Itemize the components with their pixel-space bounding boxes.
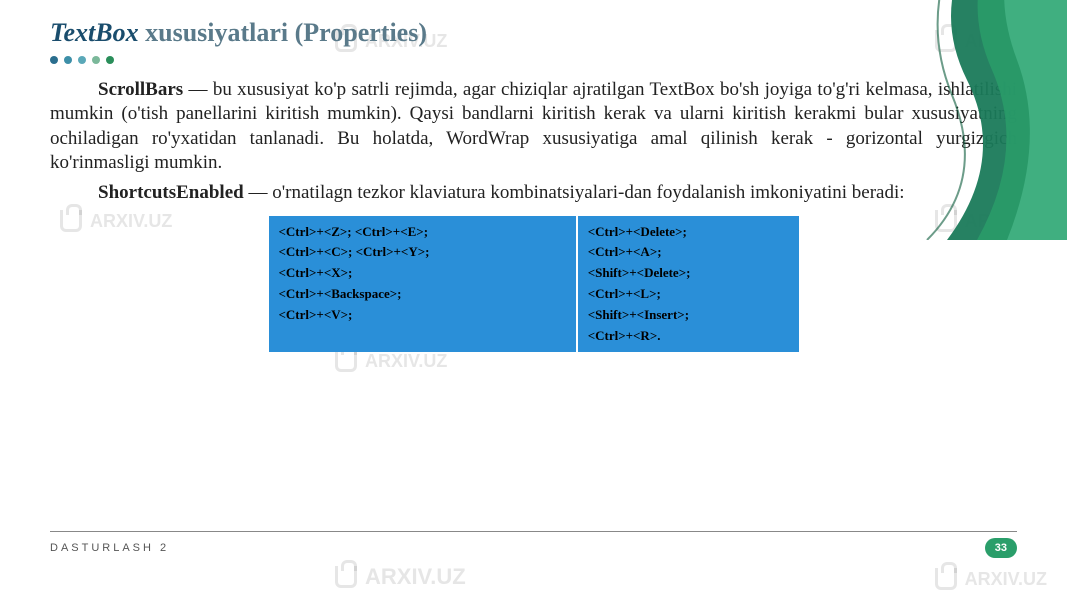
dot-icon — [50, 56, 58, 64]
lock-icon — [335, 350, 357, 372]
dot-icon — [106, 56, 114, 64]
paragraph1-text: — bu xususiyat ko'p satrli rejimda, agar… — [50, 79, 1017, 173]
watermark: ARXIV.UZ — [335, 350, 447, 372]
table-row: <Ctrl>+<Z>; <Ctrl>+<E>; <Ctrl>+<C>; <Ctr… — [269, 216, 799, 353]
dot-icon — [92, 56, 100, 64]
shortcuts-col1: <Ctrl>+<Z>; <Ctrl>+<E>; <Ctrl>+<C>; <Ctr… — [269, 216, 577, 353]
paragraph-shortcuts: ShortcutsEnabled — o'rnatilagn tezkor kl… — [50, 181, 1017, 205]
watermark: ARXIV.UZ — [935, 568, 1047, 590]
lock-icon — [935, 568, 957, 590]
footer-label: DASTURLASH 2 — [50, 542, 169, 554]
page-title: TextBox xususiyatlari (Properties) — [50, 18, 1017, 48]
dot-icon — [78, 56, 86, 64]
shortcuts-col2: <Ctrl>+<Delete>; <Ctrl>+<A>; <Shift>+<De… — [577, 216, 799, 353]
lock-icon — [335, 566, 357, 588]
title-italic-part: TextBox — [50, 18, 139, 47]
accent-dots — [50, 56, 1017, 64]
title-rest-part: xususiyatlari (Properties) — [139, 18, 427, 47]
slide-content: TextBox xususiyatlari (Properties) Scrol… — [0, 0, 1067, 352]
page-number-badge: 33 — [985, 538, 1017, 558]
paragraph2-text: — o'rnatilagn tezkor klaviatura kombinat… — [244, 182, 905, 203]
dot-icon — [64, 56, 72, 64]
term-shortcutsenabled: ShortcutsEnabled — [98, 182, 244, 203]
watermark: ARXIV.UZ — [335, 564, 466, 590]
paragraph-scrollbars: ScrollBars — bu xususiyat ko'p satrli re… — [50, 78, 1017, 175]
footer-divider — [50, 531, 1017, 532]
slide-footer: DASTURLASH 2 33 — [50, 531, 1017, 558]
shortcuts-table: <Ctrl>+<Z>; <Ctrl>+<E>; <Ctrl>+<C>; <Ctr… — [269, 216, 799, 353]
footer-content: DASTURLASH 2 33 — [50, 538, 1017, 558]
term-scrollbars: ScrollBars — [98, 79, 183, 100]
